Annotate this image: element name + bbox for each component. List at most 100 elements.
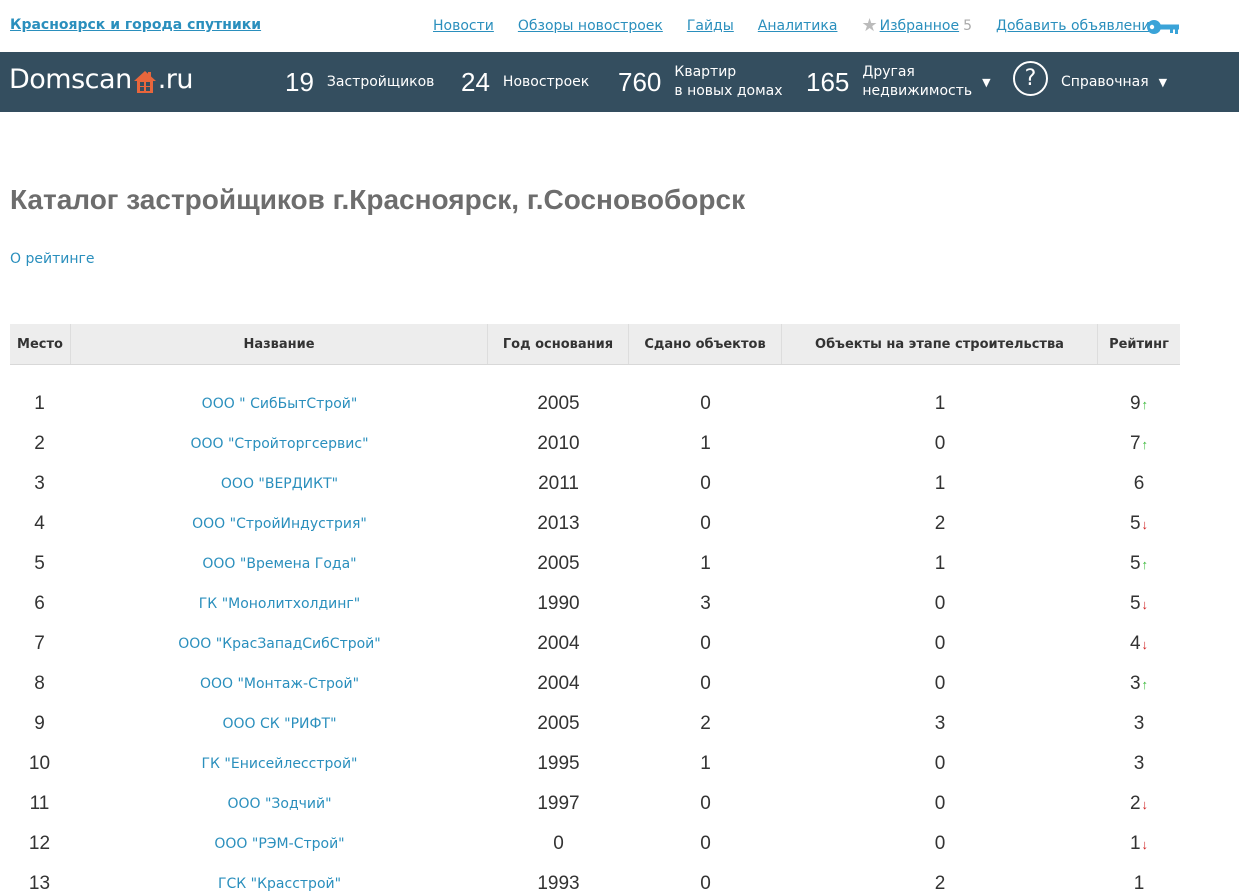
cell-year: 2004 [537,673,580,694]
table-row: 8 ООО "Монтаж-Строй" 2004 0 0 3 ↑ [10,664,1180,704]
cell-year: 2004 [537,633,580,654]
cell-done: 0 [700,473,711,494]
cell-building: 0 [934,593,946,614]
cell-done: 2 [700,713,711,734]
rating-value: 1 [1129,833,1141,854]
developer-link[interactable]: ГК "Енисейлесстрой" [71,756,488,772]
star-icon: ★ [861,15,878,36]
developers-table: Место Название Год основания Сдано объек… [10,324,1180,896]
top-nav: Новости Обзоры новостроек Гайды Аналитик… [433,15,1183,36]
table-row: 6 ГК "Монолитхолдинг" 1990 3 0 5 ↓ [10,584,1180,624]
stat-label: Застройщиков [326,73,435,90]
table-row: 9 ООО СК "РИФТ" 2005 2 3 3 [10,704,1180,744]
nav-reviews[interactable]: Обзоры новостроек [518,18,663,34]
developer-link[interactable]: ООО "КрасЗападСибСтрой" [71,636,488,652]
cell-year: 2005 [537,553,580,574]
stat-label-line: недвижимость [862,83,973,99]
nav-news[interactable]: Новости [433,18,494,34]
favorites-link[interactable]: Избранное [880,18,960,34]
add-ad-link[interactable]: Добавить объявление [996,18,1159,34]
arrow-up-icon: ↑ [1141,396,1149,412]
nav-guides[interactable]: Гайды [687,18,734,34]
cell-done: 0 [700,393,711,414]
cell-place: 1 [34,393,45,414]
developer-link[interactable]: ООО "Времена Года" [71,556,488,572]
logo[interactable]: Domscan .ru [9,64,193,95]
logo-text: Domscan [9,64,132,95]
stat-label: Квартир в новых домах [674,63,782,101]
arrow-up-icon: ↑ [1141,556,1149,572]
cell-building: 2 [934,873,946,894]
stat-developers[interactable]: 19 Застройщиков [285,52,434,112]
rating-value: 4 [1129,633,1141,654]
header-year[interactable]: Год основания [488,324,629,364]
cell-year: 2011 [538,473,579,494]
rating-value: 7 [1129,433,1141,454]
cell-building: 1 [934,553,946,574]
cell-year: 1997 [537,793,580,814]
developer-link[interactable]: ООО "РЭМ-Строй" [71,836,488,852]
nav-analytics[interactable]: Аналитика [758,18,838,34]
region-link[interactable]: Красноярск и города спутники [10,17,261,33]
stat-new-buildings[interactable]: 24 Новостроек [461,52,589,112]
header-done[interactable]: Сдано объектов [629,324,782,364]
cell-year: 2005 [537,713,580,734]
rating-value: 2 [1129,793,1141,814]
cell-rating: 5 ↓ [1098,513,1180,535]
developer-link[interactable]: ООО СК "РИФТ" [71,716,488,732]
cell-rating: 6 [1098,473,1180,495]
cell-place: 8 [34,673,45,694]
stat-other-property[interactable]: 165 Другая недвижимость ▼ [806,52,991,112]
cell-place: 6 [34,593,45,614]
stat-label: Другая недвижимость [862,63,972,101]
developer-link[interactable]: ГСК "Красстрой" [71,876,488,892]
cell-year: 1990 [537,593,580,614]
cell-rating: 7 ↑ [1098,433,1180,455]
cell-year: 1995 [537,753,580,774]
header-place[interactable]: Место [10,324,71,364]
table-header: Место Название Год основания Сдано объек… [10,324,1180,365]
cell-rating: 1 ↓ [1098,833,1180,855]
arrow-down-icon: ↓ [1141,836,1149,852]
developer-link[interactable]: ООО "Зодчий" [71,796,488,812]
key-icon[interactable] [1146,18,1180,36]
help-icon[interactable]: ? [1013,61,1048,96]
cell-place: 9 [34,713,45,734]
stat-number: 24 [461,66,490,97]
arrow-down-icon: ↓ [1141,516,1149,532]
reference-menu[interactable]: Справочная ▼ [1061,52,1167,112]
developer-link[interactable]: ГК "Монолитхолдинг" [71,596,488,612]
stat-number: 19 [285,66,314,97]
cell-building: 0 [934,673,946,694]
favorites[interactable]: ★ Избранное 5 [861,15,972,36]
cell-building: 0 [934,633,946,654]
cell-year: 1993 [537,873,580,894]
header-building[interactable]: Объекты на этапе строительства [782,324,1098,364]
header-name[interactable]: Название [71,324,488,364]
about-rating-link[interactable]: О рейтинге [10,251,94,267]
stat-label: Новостроек [502,73,590,90]
cell-rating: 3 [1098,753,1180,775]
header-rating[interactable]: Рейтинг [1098,324,1180,364]
cell-place: 5 [34,553,45,574]
developer-link[interactable]: ООО "Стройторгсервис" [71,436,488,452]
developer-link[interactable]: ООО "ВЕРДИКТ" [71,476,488,492]
stat-number: 760 [618,66,662,97]
cell-building: 1 [934,473,946,494]
developer-link[interactable]: ООО "Монтаж-Строй" [71,676,488,692]
cell-building: 2 [934,513,946,534]
cell-year: 2013 [537,513,580,534]
table-row: 11 ООО "Зодчий" 1997 0 0 2 ↓ [10,784,1180,824]
cell-rating: 4 ↓ [1098,633,1180,655]
stat-label-line: в новых домах [674,83,783,99]
cell-rating: 2 ↓ [1098,793,1180,815]
developer-link[interactable]: ООО "СтройИндустрия" [71,516,488,532]
cell-rating: 3 [1098,713,1180,735]
stat-label-line: Квартир [674,64,737,80]
arrow-down-icon: ↓ [1141,636,1149,652]
cell-building: 0 [934,433,946,454]
caret-down-icon: ▼ [1158,75,1168,89]
developer-link[interactable]: ООО " СибБытСтрой" [71,396,488,412]
house-icon [133,71,156,93]
stat-apartments[interactable]: 760 Квартир в новых домах [618,52,783,112]
